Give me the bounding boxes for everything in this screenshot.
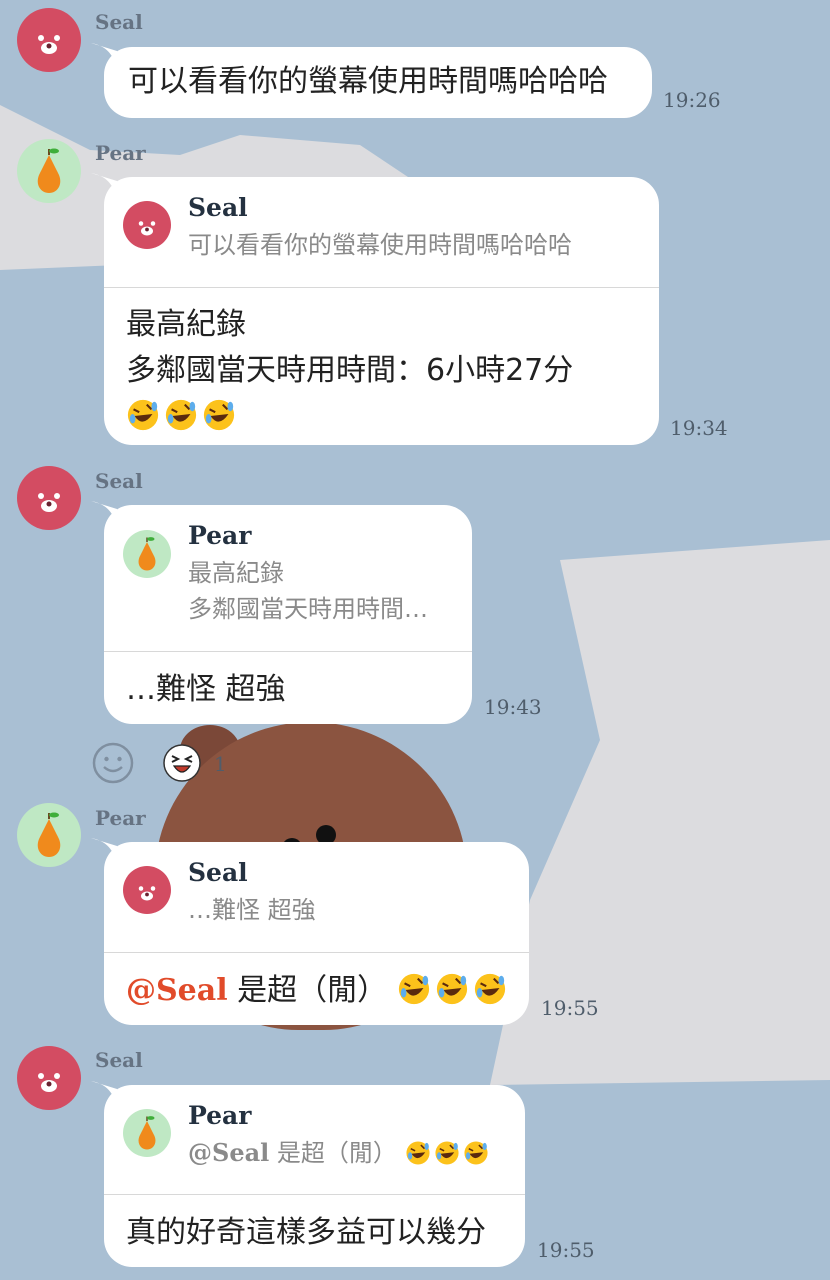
quoted-text-line: 多鄰國當天時用時間… (188, 595, 428, 623)
message-text: 最高紀錄 多鄰國當天時用時間：6小時27分 (126, 302, 573, 440)
rolling-laughing-icon (398, 973, 429, 1005)
mention-link[interactable]: @Seal (126, 973, 228, 1008)
quoted-text-line: 最高紀錄 (188, 559, 284, 587)
seal-avatar (123, 866, 171, 914)
quoted-message[interactable]: Seal 可以看看你的螢幕使用時間嗎哈哈哈 (104, 177, 659, 288)
pear-avatar (123, 1109, 171, 1157)
reaction-count: 1 (214, 752, 227, 776)
rolling-laughing-icon (127, 399, 159, 431)
seal-avatar[interactable] (17, 1046, 81, 1110)
sender-name: Pear (95, 141, 146, 165)
quoted-sender: Pear (188, 521, 252, 550)
reply-bubble[interactable]: Seal 可以看看你的螢幕使用時間嗎哈哈哈 最高紀錄 多鄰國當天時用時間：6小時… (91, 173, 659, 445)
message-line: 多鄰國當天時用時間：6小時27分 (126, 353, 574, 388)
message-text: @Seal 是超（閒） (126, 968, 511, 1014)
message-time: 19:55 (537, 1238, 595, 1262)
quoted-message[interactable]: Pear 最高紀錄 多鄰國當天時用時間… (104, 505, 472, 652)
rolling-laughing-icon (406, 1141, 430, 1165)
reply-bubble[interactable]: Pear @Seal 是超（閒） 真的好奇這樣多益可以幾分 (91, 1081, 525, 1267)
sender-name: Pear (95, 806, 146, 830)
pear-avatar[interactable] (17, 139, 81, 203)
quoted-sender: Seal (188, 193, 248, 222)
quoted-sender: Seal (188, 858, 248, 887)
message-time: 19:26 (663, 88, 721, 112)
sender-name: Seal (95, 10, 143, 34)
rolling-laughing-icon (435, 1141, 459, 1165)
quoted-sender: Pear (188, 1101, 252, 1130)
rolling-laughing-icon (474, 973, 505, 1005)
message-time: 19:55 (541, 996, 599, 1020)
message-body: 是超（閒） (237, 973, 388, 1008)
seal-avatar[interactable] (17, 466, 81, 530)
quoted-text: …難怪 超強 (188, 896, 316, 924)
message-line: 最高紀錄 (126, 307, 246, 342)
rolling-laughing-icon (165, 399, 197, 431)
bubble-tail (91, 43, 117, 67)
message-time: 19:43 (484, 695, 542, 719)
reply-bubble[interactable]: Pear 最高紀錄 多鄰國當天時用時間… …難怪 超強 (91, 501, 472, 724)
pear-avatar (123, 530, 171, 578)
quoted-mention: @Seal (188, 1138, 270, 1167)
add-reaction-icon[interactable] (91, 741, 135, 785)
quoted-message[interactable]: Seal …難怪 超強 (104, 842, 529, 953)
seal-avatar[interactable] (17, 8, 81, 72)
sender-name: Seal (95, 469, 143, 493)
message-text: 真的好奇這樣多益可以幾分 (126, 1215, 486, 1250)
emoji-row (126, 394, 573, 440)
reply-bubble[interactable]: Seal …難怪 超強 @Seal 是超（閒） (91, 838, 529, 1025)
message-text: …難怪 超強 (126, 672, 286, 707)
rolling-laughing-icon (203, 399, 235, 431)
quoted-message[interactable]: Pear @Seal 是超（閒） (104, 1085, 525, 1195)
rolling-laughing-icon (464, 1141, 488, 1165)
seal-avatar (123, 201, 171, 249)
pear-avatar[interactable] (17, 803, 81, 867)
message-bubble[interactable]: 可以看看你的螢幕使用時間嗎哈哈哈 (91, 43, 652, 118)
message-time: 19:34 (670, 416, 728, 440)
quoted-text: 可以看看你的螢幕使用時間嗎哈哈哈 (188, 231, 572, 259)
quoted-text: @Seal 是超（閒） (188, 1135, 492, 1171)
message-text: 可以看看你的螢幕使用時間嗎哈哈哈 (128, 64, 608, 99)
sender-name: Seal (95, 1048, 143, 1072)
quoted-body: 是超（閒） (276, 1139, 397, 1167)
laughing-face-icon[interactable] (162, 743, 202, 783)
rolling-laughing-icon (436, 973, 467, 1005)
